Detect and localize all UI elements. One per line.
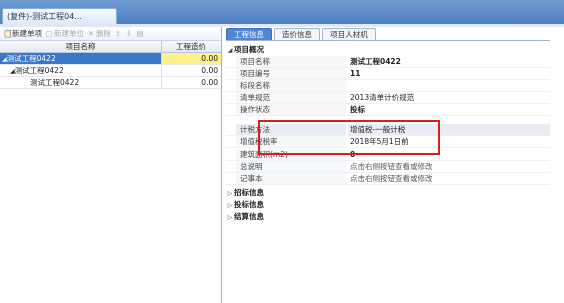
field-key: 操作状态 bbox=[236, 104, 346, 115]
field-value[interactable]: 投标 bbox=[348, 104, 562, 115]
field-value[interactable]: 点击右侧按钮查看或修改 bbox=[348, 173, 562, 184]
field-key: 项目名称 bbox=[236, 56, 346, 67]
arrow-up-icon: ⇧ bbox=[114, 28, 122, 38]
section-title: 项目概况 bbox=[234, 45, 264, 54]
tree-toolbar: 📋 新建单项 □ 新建单位 ✕ 删除 ⇧ ⇩ ▤ bbox=[0, 27, 221, 41]
field-key: 总说明 bbox=[236, 161, 346, 172]
field-value[interactable]: 2013清单计价规范 bbox=[348, 92, 562, 103]
document-tab[interactable]: (复件)-测试工程04... bbox=[2, 8, 117, 24]
tab-cost-info[interactable]: 造价信息 bbox=[274, 28, 320, 40]
section-tender-info[interactable]: ▷ 招标信息 bbox=[226, 187, 564, 198]
section-bid-info[interactable]: ▷ 投标信息 bbox=[226, 199, 564, 210]
field-row-section-name[interactable]: 标段名称 bbox=[226, 80, 564, 92]
column-project-name[interactable]: 项目名称 bbox=[0, 41, 162, 52]
new-item-icon: 📋 bbox=[3, 28, 13, 38]
field-value[interactable] bbox=[348, 80, 562, 91]
tab-project-info[interactable]: 工程信息 bbox=[226, 28, 272, 40]
field-key: 清单规范 bbox=[236, 92, 346, 103]
document-button[interactable]: ▤ bbox=[136, 28, 144, 38]
delete-label: 删除 bbox=[96, 29, 111, 38]
field-row-general-notes[interactable]: 总说明 点击右侧按钮查看或修改 bbox=[226, 161, 564, 173]
field-value[interactable]: 测试工程0422 bbox=[348, 56, 562, 67]
collapse-triangle-icon[interactable]: ◢ bbox=[226, 45, 234, 56]
annotation-highlight-box bbox=[258, 120, 440, 155]
field-row-notepad[interactable]: 记事本 点击右侧按钮查看或修改 bbox=[226, 173, 564, 185]
tree-row-cost[interactable]: 0.00 bbox=[162, 77, 218, 88]
project-info-pane: ◢ 项目概况 项目名称 测试工程0422 项目编号 11 标段名称 清单规范 20… bbox=[226, 40, 564, 303]
tree-row-name: 测试工程0422 bbox=[6, 54, 56, 63]
field-row-project-name[interactable]: 项目名称 测试工程0422 bbox=[226, 56, 564, 68]
delete-icon: ✕ bbox=[87, 28, 95, 38]
tree-row-name: 测试工程0422 bbox=[30, 78, 80, 87]
new-unit-label: 新建单位 bbox=[54, 29, 84, 38]
new-unit-button[interactable]: □ 新建单位 bbox=[45, 28, 84, 39]
info-tab-bar: 工程信息 造价信息 项目人材机 bbox=[226, 28, 564, 40]
field-value[interactable]: 点击右侧按钮查看或修改 bbox=[348, 161, 562, 172]
new-unit-icon: □ bbox=[45, 28, 53, 38]
tree-row-single-item[interactable]: ◢测试工程0422 0.00 bbox=[0, 65, 221, 77]
section-project-overview[interactable]: ◢ 项目概况 bbox=[226, 44, 564, 55]
move-up-button[interactable]: ⇧ bbox=[114, 28, 122, 38]
expand-triangle-icon[interactable]: ▷ bbox=[226, 212, 234, 223]
project-tree-pane: 📋 新建单项 □ 新建单位 ✕ 删除 ⇧ ⇩ ▤ 项目名称 工程造价 ◢测试工程… bbox=[0, 27, 222, 303]
column-project-cost[interactable]: 工程造价 bbox=[162, 41, 220, 52]
tree-grid-header: 项目名称 工程造价 bbox=[0, 41, 221, 53]
tree-cell-name bbox=[0, 77, 162, 88]
new-item-label: 新建单项 bbox=[12, 29, 42, 38]
tree-row-cost[interactable]: 0.00 bbox=[162, 65, 218, 76]
section-title: 招标信息 bbox=[234, 188, 264, 197]
field-key: 标段名称 bbox=[236, 80, 346, 91]
expand-triangle-icon[interactable]: ▷ bbox=[226, 200, 234, 211]
tree-row-unit[interactable]: 测试工程0422 0.00 bbox=[0, 77, 221, 89]
field-row-operation-status[interactable]: 操作状态 投标 bbox=[226, 104, 564, 116]
delete-button[interactable]: ✕ 删除 bbox=[87, 28, 111, 39]
section-title: 结算信息 bbox=[234, 212, 264, 221]
field-row-project-number[interactable]: 项目编号 11 bbox=[226, 68, 564, 80]
field-key: 项目编号 bbox=[236, 68, 346, 79]
tree-row-cost[interactable]: 0.00 bbox=[162, 53, 218, 64]
tree-row-name: 测试工程0422 bbox=[14, 66, 64, 75]
section-settlement-info[interactable]: ▷ 结算信息 bbox=[226, 211, 564, 222]
pane-margin bbox=[550, 40, 564, 303]
tree-row-project[interactable]: ◢测试工程0422 0.00 bbox=[0, 53, 221, 65]
arrow-down-icon: ⇩ bbox=[125, 28, 133, 38]
move-down-button[interactable]: ⇩ bbox=[125, 28, 133, 38]
field-key: 记事本 bbox=[236, 173, 346, 184]
section-title: 投标信息 bbox=[234, 200, 264, 209]
tab-project-materials[interactable]: 项目人材机 bbox=[322, 28, 376, 40]
tree-row-label: ◢测试工程0422 bbox=[10, 65, 64, 76]
new-item-button[interactable]: 📋 新建单项 bbox=[3, 28, 42, 39]
expand-triangle-icon[interactable]: ▷ bbox=[226, 188, 234, 199]
tree-row-label: ◢测试工程0422 bbox=[2, 53, 56, 64]
field-row-bill-standard[interactable]: 清单规范 2013清单计价规范 bbox=[226, 92, 564, 104]
field-value[interactable]: 11 bbox=[348, 68, 562, 79]
document-icon: ▤ bbox=[136, 28, 144, 38]
